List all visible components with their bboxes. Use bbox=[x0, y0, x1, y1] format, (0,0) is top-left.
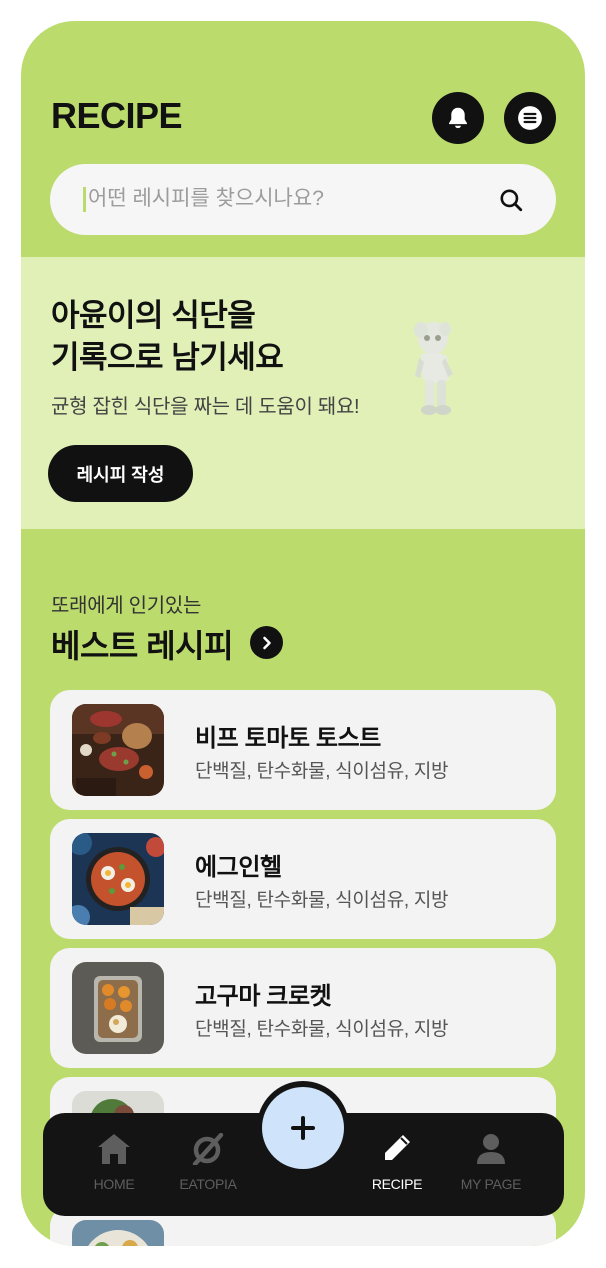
menu-button[interactable] bbox=[504, 92, 556, 144]
pencil-icon bbox=[385, 1135, 410, 1160]
nav-item-recipe[interactable]: RECIPE bbox=[352, 1133, 442, 1192]
eatopia-icon bbox=[192, 1132, 224, 1167]
banner-subtitle: 균형 잡힌 식단을 짜는 데 도움이 돼요! bbox=[51, 396, 360, 418]
promo-banner: 아윤이의 식단을 기록으로 남기세요 균형 잡힌 식단을 짜는 데 도움이 돼요… bbox=[21, 257, 585, 529]
menu-icon bbox=[518, 106, 542, 130]
text-cursor bbox=[83, 187, 86, 212]
add-recipe-button[interactable] bbox=[262, 1087, 344, 1169]
nav-item-home[interactable]: HOME bbox=[69, 1133, 159, 1192]
phone-screen: RECIPE 아윤이의 식단을 기록으로 남기세요 균형 잡힌 식단을 짜는 데… bbox=[21, 21, 585, 1246]
banner-title: 아윤이의 식단을 기록으로 남기세요 bbox=[51, 295, 284, 379]
home-icon bbox=[98, 1134, 130, 1164]
character-figure-image bbox=[414, 322, 453, 415]
search-icon[interactable] bbox=[498, 187, 524, 213]
recipe-nutrients: 단백질, 탄수화물, 식이섬유, 지방 bbox=[195, 761, 449, 782]
recipe-nutrients: 단백질, 탄수화물, 식이섬유, 지방 bbox=[195, 890, 449, 911]
recipe-title: 에그인헬 bbox=[195, 854, 282, 881]
write-recipe-button[interactable]: 레시피 작성 bbox=[48, 445, 193, 502]
recipe-title: 비프 토마토 토스트 bbox=[195, 725, 381, 752]
page-title: RECIPE bbox=[51, 95, 183, 136]
recipe-card[interactable]: 고구마 크로켓 단백질, 탄수화물, 식이섬유, 지방 bbox=[50, 948, 556, 1068]
plus-icon bbox=[291, 1116, 315, 1140]
recipe-thumbnail bbox=[72, 704, 164, 796]
recipe-thumbnail bbox=[72, 833, 164, 925]
nav-item-eatopia[interactable]: EATOPIA bbox=[163, 1132, 253, 1192]
recipe-card[interactable]: 비프 토마토 토스트 단백질, 탄수화물, 식이섬유, 지방 bbox=[50, 690, 556, 810]
nav-item-mypage[interactable]: MY PAGE bbox=[446, 1133, 536, 1192]
best-recipe-subtitle: 또래에게 인기있는 bbox=[51, 595, 202, 617]
nav-label: MY PAGE bbox=[460, 1176, 522, 1192]
notification-button[interactable] bbox=[432, 92, 484, 144]
recipe-title: 고구마 크로켓 bbox=[195, 983, 332, 1010]
nav-label: EATOPIA bbox=[179, 1176, 237, 1192]
recipe-thumbnail bbox=[72, 962, 164, 1054]
chevron-right-icon bbox=[262, 636, 271, 649]
banner-title-line-1: 아윤이의 식단을 bbox=[51, 298, 256, 333]
recipe-nutrients: 단백질, 탄수화물, 식이섬유, 지방 bbox=[195, 1019, 449, 1040]
banner-title-line-2: 기록으로 남기세요 bbox=[51, 340, 284, 375]
nav-label: RECIPE bbox=[371, 1176, 423, 1192]
nav-label: HOME bbox=[93, 1176, 135, 1192]
search-bar bbox=[50, 164, 556, 235]
search-input[interactable] bbox=[88, 182, 488, 216]
best-recipe-title[interactable]: 베스트 레시피 bbox=[51, 621, 234, 667]
best-recipe-more-button[interactable] bbox=[250, 626, 283, 659]
recipe-thumbnail bbox=[72, 1220, 164, 1246]
person-icon bbox=[477, 1134, 505, 1164]
recipe-card[interactable]: 에그인헬 단백질, 탄수화물, 식이섬유, 지방 bbox=[50, 819, 556, 939]
bell-icon bbox=[448, 107, 468, 129]
